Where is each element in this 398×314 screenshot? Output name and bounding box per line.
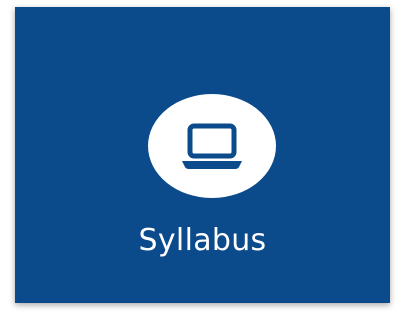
icon-circle: [148, 94, 276, 198]
tile-label: Syllabus: [138, 223, 267, 258]
laptop-icon: [182, 123, 242, 169]
syllabus-tile[interactable]: Syllabus: [15, 7, 390, 303]
page: Syllabus: [0, 0, 398, 314]
